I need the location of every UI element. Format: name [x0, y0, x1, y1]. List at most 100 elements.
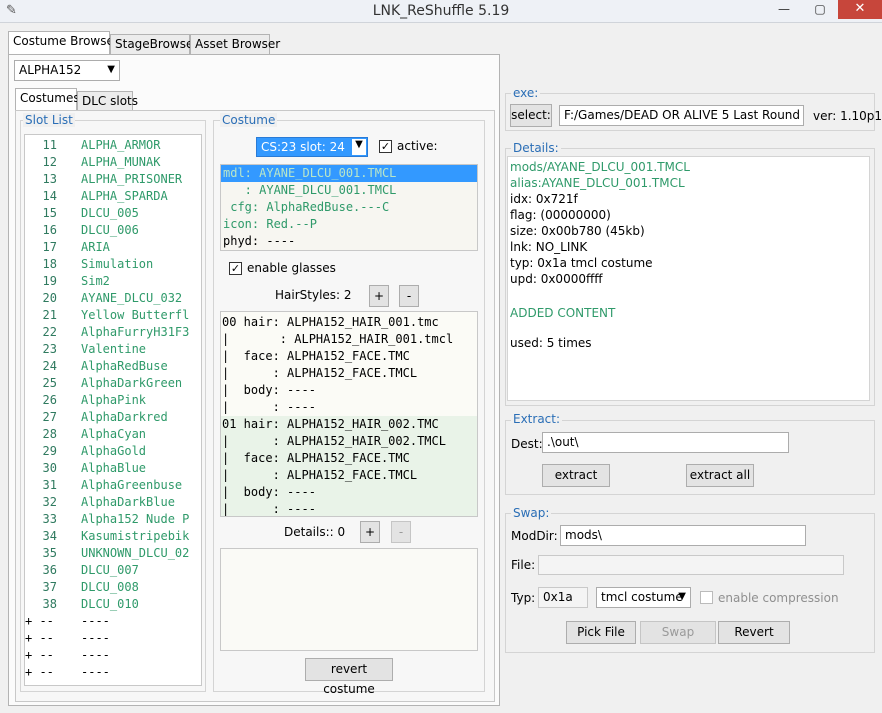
- slot-list-item[interactable]: 34 Kasumistripebik: [25, 528, 201, 545]
- slot-list-item[interactable]: 16 DLCU_006: [25, 222, 201, 239]
- hairstyle-line[interactable]: 01 hair: ALPHA152_HAIR_002.TMC: [221, 416, 477, 433]
- slot-list-item[interactable]: 12 ALPHA_MUNAK: [25, 154, 201, 171]
- slot-list-item[interactable]: 31 AlphaGreenbuse: [25, 477, 201, 494]
- slot-list-item[interactable]: 18 Simulation: [25, 256, 201, 273]
- slot-number: 35: [42, 546, 57, 560]
- moddir-label: ModDir:: [511, 529, 558, 543]
- hairstyle-line[interactable]: | : ALPHA152_FACE.TMCL: [221, 467, 477, 484]
- slot-list[interactable]: 11 ALPHA_ARMOR 12 ALPHA_MUNAK 13 ALPHA_PRISON…: [24, 134, 202, 686]
- enable-glasses-label: enable glasses: [247, 261, 336, 275]
- slot-list-item[interactable]: 32 AlphaDarkBlue: [25, 494, 201, 511]
- slot-list-item[interactable]: 29 AlphaGold: [25, 443, 201, 460]
- details-line: lnk: NO_LINK: [510, 240, 588, 254]
- costume-line-icon[interactable]: icon: Red.--P: [221, 216, 477, 233]
- slot-list-item[interactable]: 13 ALPHA_PRISONER: [25, 171, 201, 188]
- hairstyle-line[interactable]: | body: ----: [221, 382, 477, 399]
- dest-field[interactable]: .\out\: [542, 432, 789, 453]
- select-exe-button[interactable]: select:: [510, 104, 552, 127]
- slot-list-item[interactable]: + -- ----: [25, 664, 201, 681]
- slot-list-item[interactable]: 11 ALPHA_ARMOR: [25, 137, 201, 154]
- hairstyle-line[interactable]: | face: ALPHA152_FACE.TMC: [221, 450, 477, 467]
- costume-line-mdl[interactable]: mdl: AYANE_DLCU_001.TMCL: [221, 165, 477, 182]
- hairstyle-line[interactable]: | body: ----: [221, 484, 477, 501]
- slot-list-item[interactable]: 37 DLCU_008: [25, 579, 201, 596]
- close-button[interactable]: ✕: [838, 0, 882, 19]
- slot-list-item[interactable]: 36 DLCU_007: [25, 562, 201, 579]
- extract-all-button[interactable]: extract all: [686, 464, 754, 487]
- hairstyle-line[interactable]: | face: ALPHA152_FACE.TMC: [221, 348, 477, 365]
- compression-checkbox[interactable]: [700, 591, 713, 604]
- file-field[interactable]: [538, 555, 844, 575]
- slot-number: + --: [25, 665, 54, 679]
- extract-button[interactable]: extract: [542, 464, 610, 487]
- details-line: idx: 0x721f: [510, 192, 578, 206]
- character-select[interactable]: ALPHA152 ▼: [14, 60, 120, 81]
- active-checkbox[interactable]: ✓: [379, 140, 392, 153]
- slot-list-item[interactable]: 38 DLCU_010: [25, 596, 201, 613]
- costume-line-cfg[interactable]: cfg: AlphaRedBuse.---C: [221, 199, 477, 216]
- remove-detail-button[interactable]: -: [391, 521, 411, 543]
- slot-list-item[interactable]: + -- ----: [25, 630, 201, 647]
- slot-list-item[interactable]: 14 ALPHA_SPARDA: [25, 188, 201, 205]
- costume-slot-value: CS:23 slot: 24: [261, 140, 345, 154]
- hairstyles-list[interactable]: 00 hair: ALPHA152_HAIR_001.tmc | : ALPHA1…: [220, 311, 478, 517]
- hairstyle-line[interactable]: | : ----: [221, 399, 477, 416]
- slot-list-item[interactable]: 21 Yellow Butterfl: [25, 307, 201, 324]
- slot-list-item[interactable]: 17 ARIA: [25, 239, 201, 256]
- hairstyle-line[interactable]: | : ALPHA152_HAIR_001.tmcl: [221, 331, 477, 348]
- enable-glasses-checkbox[interactable]: ✓: [229, 262, 242, 275]
- dest-label: Dest:: [511, 437, 543, 451]
- tab-costume-browser[interactable]: Costume Browser: [8, 31, 119, 55]
- slot-list-item[interactable]: 15 DLCU_005: [25, 205, 201, 222]
- minimize-button[interactable]: —: [770, 0, 798, 19]
- hairstyle-line[interactable]: 00 hair: ALPHA152_HAIR_001.tmc: [221, 314, 477, 331]
- hairstyle-line[interactable]: | : ----: [221, 501, 477, 516]
- pick-file-button[interactable]: Pick File: [566, 621, 636, 644]
- costume-line-mdl2[interactable]: : AYANE_DLCU_001.TMCL: [221, 182, 477, 199]
- slot-list-item[interactable]: + -- ----: [25, 647, 201, 664]
- add-hairstyle-button[interactable]: +: [369, 285, 389, 307]
- slot-list-item[interactable]: 27 AlphaDarkred: [25, 409, 201, 426]
- slot-name: ----: [81, 631, 110, 645]
- moddir-field[interactable]: mods\: [560, 525, 806, 546]
- revert-button[interactable]: Revert: [718, 621, 790, 644]
- slot-list-item[interactable]: 30 AlphaBlue: [25, 460, 201, 477]
- typ-select[interactable]: tmcl costume ▼: [596, 587, 691, 608]
- slot-list-item[interactable]: 23 Valentine: [25, 341, 201, 358]
- slot-list-item[interactable]: 20 AYANE_DLCU_032: [25, 290, 201, 307]
- slot-name: DLCU_008: [81, 580, 139, 594]
- swap-button[interactable]: Swap: [640, 621, 716, 644]
- slot-list-item[interactable]: 22 AlphaFurryH31F3: [25, 324, 201, 341]
- slot-number: 15: [42, 206, 57, 220]
- costume-info-list[interactable]: mdl: AYANE_DLCU_001.TMCL : AYANE_DLCU_00…: [220, 164, 478, 251]
- slot-list-item[interactable]: 33 Alpha152 Nude P: [25, 511, 201, 528]
- chevron-down-icon: ▼: [107, 64, 115, 75]
- slot-list-item[interactable]: 26 AlphaPink: [25, 392, 201, 409]
- slot-list-label: Slot List: [23, 113, 75, 127]
- tab-asset-browser[interactable]: Asset Browser: [190, 34, 280, 55]
- slot-number: 29: [42, 444, 57, 458]
- slot-list-item[interactable]: 35 UNKNOWN_DLCU_02: [25, 545, 201, 562]
- slot-number: 19: [42, 274, 57, 288]
- typ-field[interactable]: 0x1a: [538, 587, 588, 608]
- slot-list-item[interactable]: 24 AlphaRedBuse: [25, 358, 201, 375]
- slot-number: 23: [42, 342, 57, 356]
- hairstyle-line[interactable]: | : ALPHA152_HAIR_002.TMCL: [221, 433, 477, 450]
- costume-slot-select[interactable]: CS:23 slot: 24 ▼: [256, 137, 368, 157]
- slot-list-item[interactable]: + -- ----: [25, 613, 201, 630]
- add-detail-button[interactable]: +: [360, 521, 380, 543]
- slot-list-item[interactable]: 28 AlphaCyan: [25, 426, 201, 443]
- hairstyle-line[interactable]: | : ALPHA152_FACE.TMCL: [221, 365, 477, 382]
- details-list[interactable]: [220, 548, 478, 651]
- tab-stage-browser[interactable]: StageBrowser: [110, 34, 198, 55]
- exe-path-field[interactable]: F:/Games/DEAD OR ALIVE 5 Last Round v1.1…: [559, 105, 804, 126]
- tab-dlc-slots[interactable]: DLC slots: [77, 91, 138, 112]
- costume-label: Costume: [220, 113, 278, 127]
- tab-costumes[interactable]: Costumes: [15, 88, 80, 112]
- remove-hairstyle-button[interactable]: -: [399, 285, 419, 307]
- maximize-button[interactable]: ▢: [806, 0, 834, 19]
- revert-costume-button[interactable]: revert costume: [305, 658, 393, 696]
- slot-list-item[interactable]: 19 Sim2: [25, 273, 201, 290]
- slot-list-item[interactable]: 25 AlphaDarkGreen: [25, 375, 201, 392]
- costume-line-phyd[interactable]: phyd: ----: [221, 233, 477, 250]
